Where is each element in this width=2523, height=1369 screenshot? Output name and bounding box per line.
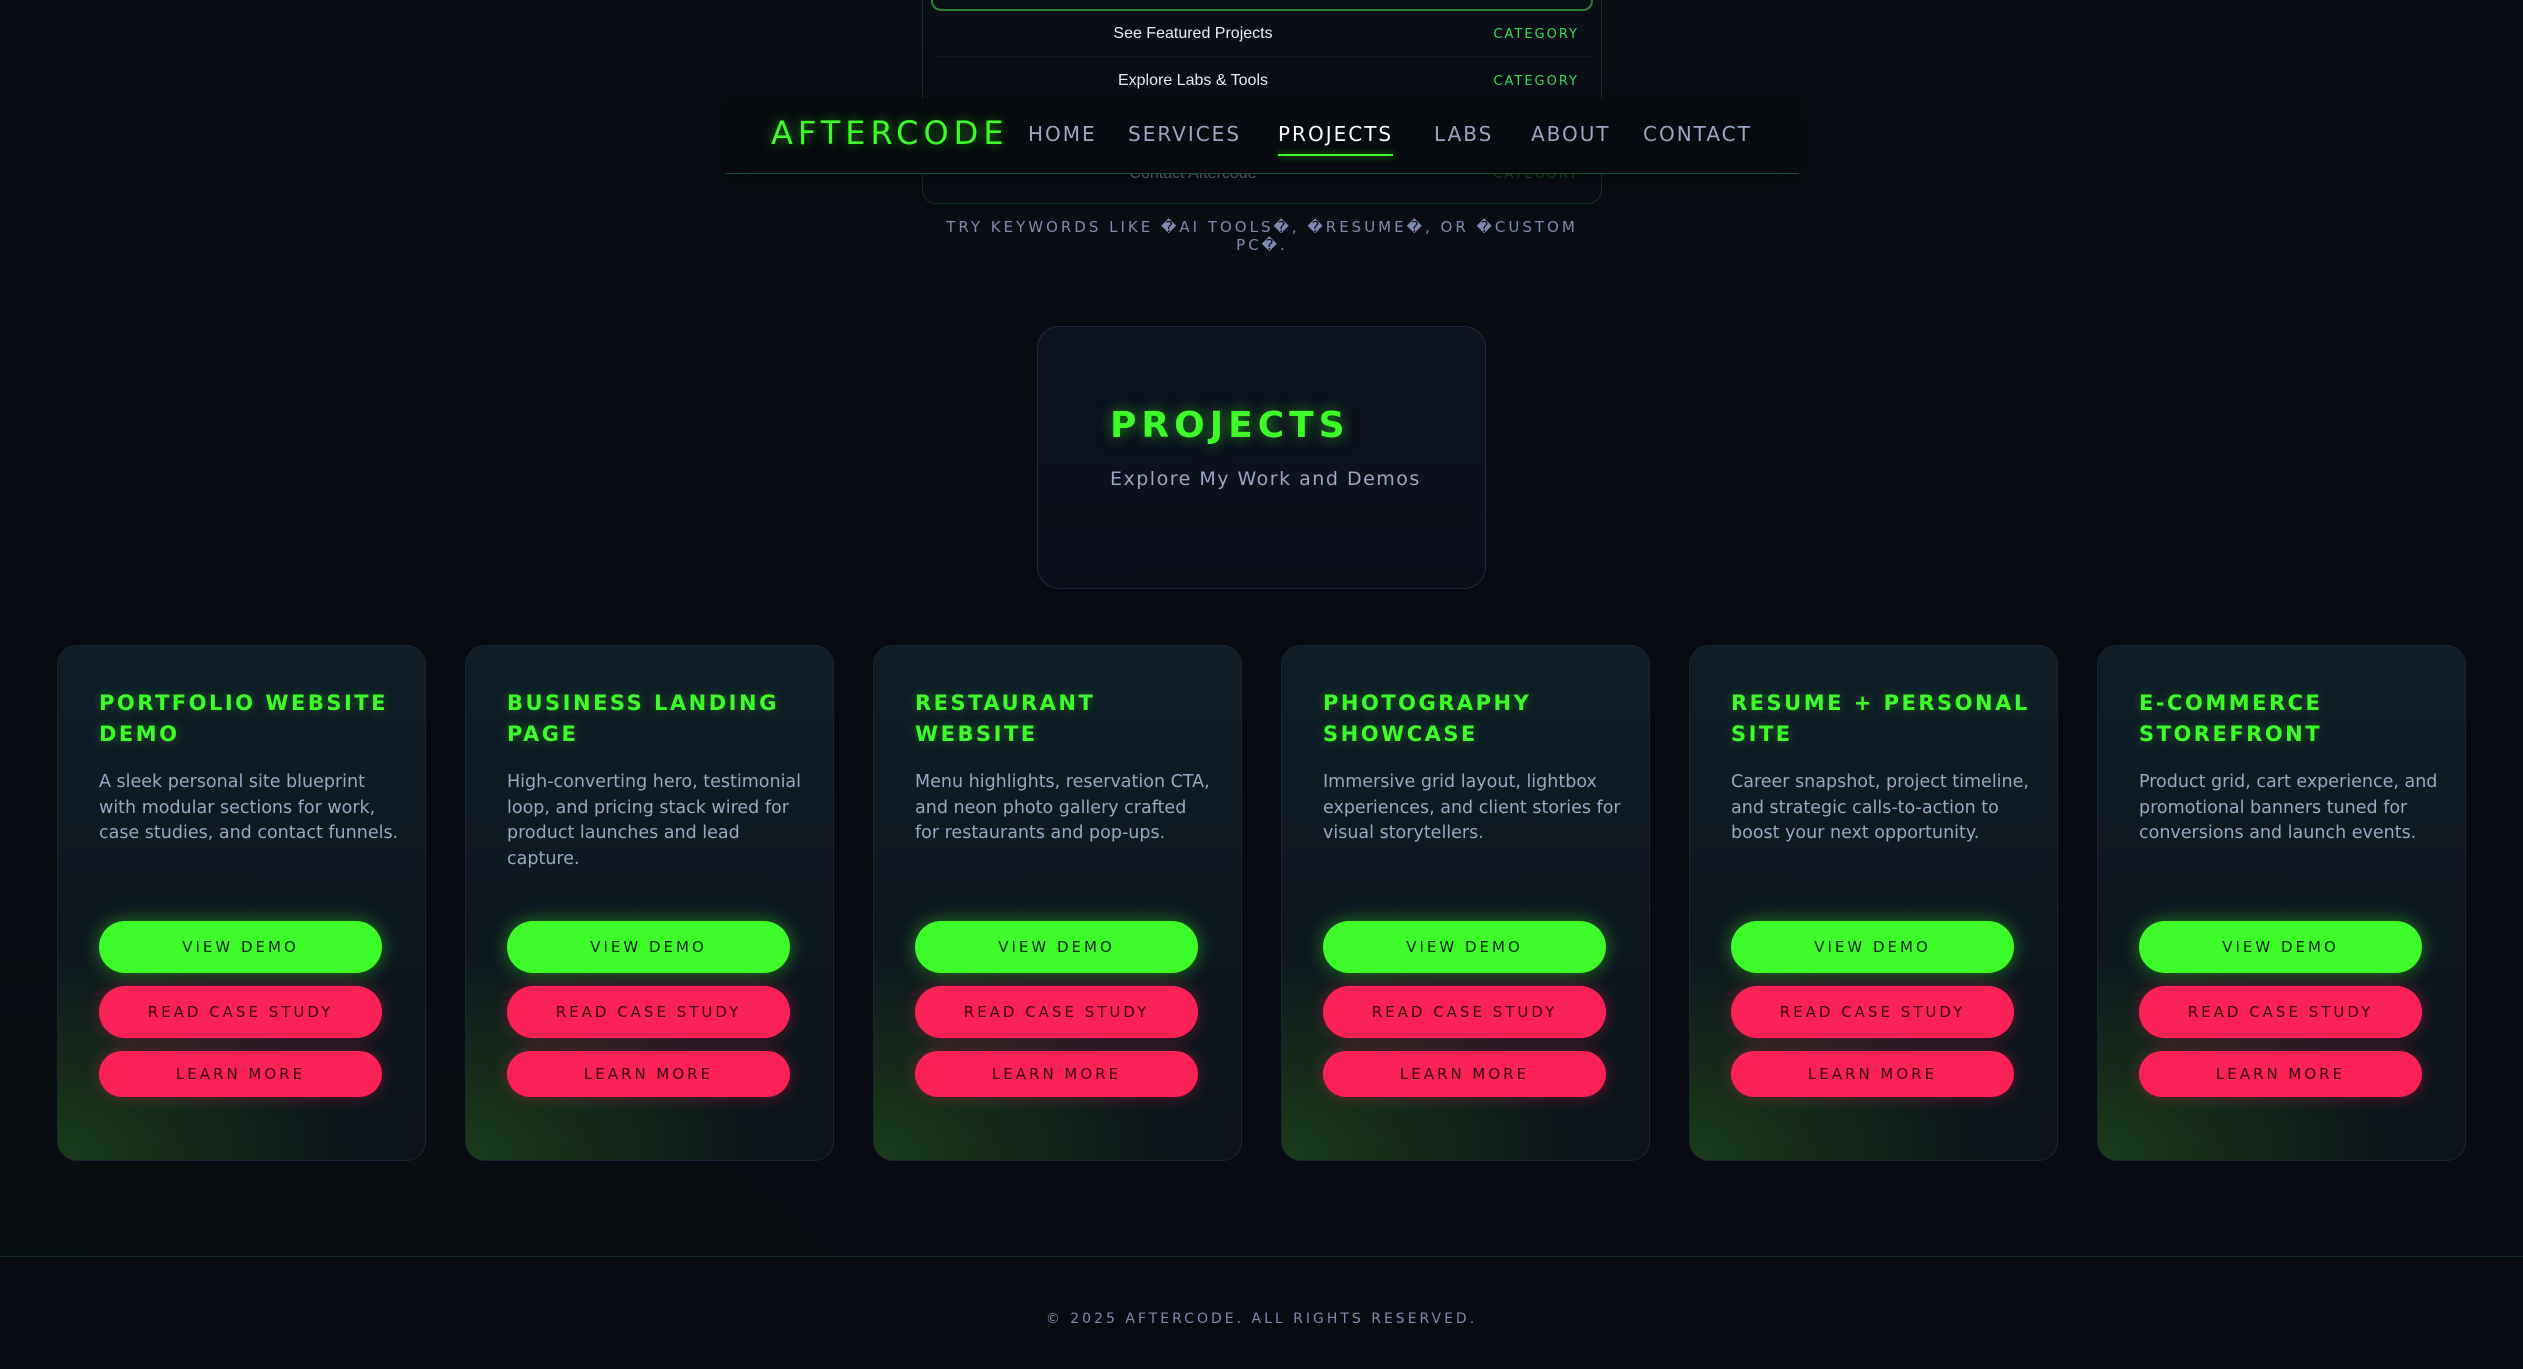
learn-more-button[interactable]: LEARN MORE: [915, 1051, 1198, 1097]
suggestion-category: CATEGORY: [1493, 27, 1579, 42]
project-description: Immersive grid layout, lightbox experien…: [1323, 772, 1621, 844]
view-demo-button[interactable]: VIEW DEMO: [1731, 921, 2014, 973]
project-card: Portfolio Website Demo A sleek personal …: [57, 645, 426, 1161]
read-case-study-button[interactable]: READ CASE STUDY: [1731, 986, 2014, 1038]
view-demo-button[interactable]: VIEW DEMO: [99, 921, 382, 973]
read-case-study-button[interactable]: READ CASE STUDY: [2139, 986, 2422, 1038]
project-description: High-converting hero, testimonial loop, …: [507, 772, 802, 870]
nav-item-projects[interactable]: PROJECTS: [1278, 122, 1394, 156]
project-card: Photography Showcase Immersive grid layo…: [1281, 645, 1650, 1161]
learn-more-button[interactable]: LEARN MORE: [1731, 1051, 2014, 1097]
learn-more-button[interactable]: LEARN MORE: [507, 1051, 790, 1097]
suggestion-label: See Featured Projects: [1113, 25, 1273, 42]
learn-more-button[interactable]: LEARN MORE: [2139, 1051, 2422, 1097]
top-navbar: AFTERCODE HOME SERVICES PROJECTS LABS AB…: [725, 98, 1799, 174]
project-description: A sleek personal site blueprint with mod…: [99, 772, 399, 844]
project-card: Business Landing Page High-converting he…: [465, 645, 834, 1161]
projects-hero-card: PROJECTS Explore My Work and Demos: [1037, 326, 1486, 589]
view-demo-button[interactable]: VIEW DEMO: [507, 921, 790, 973]
read-case-study-button[interactable]: READ CASE STUDY: [915, 986, 1198, 1038]
project-title: Business Landing Page: [507, 691, 779, 746]
search-hint: TRY KEYWORDS LIKE �AI TOOLS�, �RESUME�, …: [946, 218, 1578, 254]
nav-item-about[interactable]: ABOUT: [1531, 122, 1611, 146]
project-title: Portfolio Website Demo: [99, 691, 388, 746]
view-demo-button[interactable]: VIEW DEMO: [1323, 921, 1606, 973]
project-card: E-Commerce Storefront Product grid, cart…: [2097, 645, 2466, 1161]
view-demo-button[interactable]: VIEW DEMO: [2139, 921, 2422, 973]
view-demo-button[interactable]: VIEW DEMO: [915, 921, 1198, 973]
project-description: Product grid, cart experience, and promo…: [2139, 772, 2438, 844]
project-title: Restaurant Website: [915, 691, 1096, 746]
project-card: Restaurant Website Menu highlights, rese…: [873, 645, 1242, 1161]
read-case-study-button[interactable]: READ CASE STUDY: [1323, 986, 1606, 1038]
search-suggestion[interactable]: See Featured Projects CATEGORY: [933, 11, 1593, 57]
page-footer: © 2025 AFTERCODE. ALL RIGHTS RESERVED.: [0, 1256, 2523, 1369]
learn-more-button[interactable]: LEARN MORE: [1323, 1051, 1606, 1097]
nav-item-home[interactable]: HOME: [1028, 122, 1097, 146]
project-card: Resume + Personal Site Career snapshot, …: [1689, 645, 2058, 1161]
project-title: Photography Showcase: [1323, 691, 1532, 746]
brand-logo[interactable]: AFTERCODE: [771, 114, 1009, 152]
search-input[interactable]: [931, 0, 1593, 11]
nav-item-services[interactable]: SERVICES: [1128, 122, 1241, 146]
nav-item-labs[interactable]: LABS: [1434, 122, 1493, 146]
read-case-study-button[interactable]: READ CASE STUDY: [507, 986, 790, 1038]
page-subtitle: Explore My Work and Demos: [1110, 468, 1421, 490]
suggestion-category: CATEGORY: [1493, 74, 1579, 89]
copyright-text: © 2025 AFTERCODE. ALL RIGHTS RESERVED.: [1045, 1311, 1478, 1327]
learn-more-button[interactable]: LEARN MORE: [99, 1051, 382, 1097]
project-description: Career snapshot, project timeline, and s…: [1731, 772, 2029, 844]
page-title: PROJECTS: [1110, 405, 1350, 446]
read-case-study-button[interactable]: READ CASE STUDY: [99, 986, 382, 1038]
nav-item-contact[interactable]: CONTACT: [1643, 122, 1752, 146]
project-title: E-Commerce Storefront: [2139, 691, 2323, 746]
project-title: Resume + Personal Site: [1731, 691, 2030, 746]
suggestion-label: Explore Labs & Tools: [1117, 72, 1268, 89]
project-description: Menu highlights, reservation CTA, and ne…: [915, 772, 1210, 844]
